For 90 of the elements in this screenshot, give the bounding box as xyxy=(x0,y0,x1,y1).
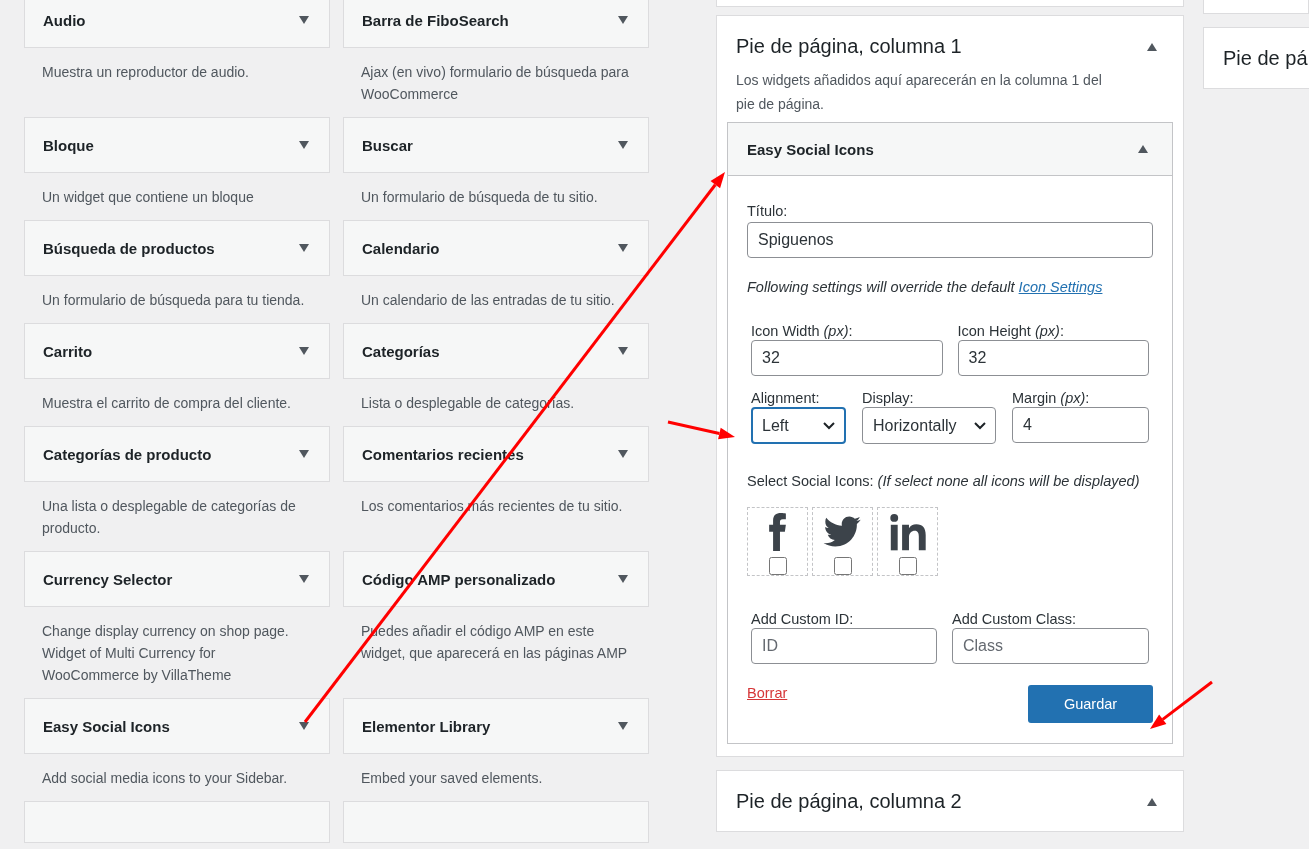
field-label: Icon Width (px): xyxy=(751,322,854,340)
widget-card[interactable]: Bloque xyxy=(24,117,330,173)
widget-title: Easy Social Icons xyxy=(43,717,170,735)
linkedin-icon xyxy=(887,512,928,552)
widget-card[interactable]: Calendario xyxy=(343,220,649,276)
widget-description: Add social media icons to your Sidebar. xyxy=(41,769,289,788)
arrow xyxy=(1150,680,1213,729)
delete-link[interactable]: Borrar xyxy=(747,685,788,701)
widget-description: Un widget que contiene un bloque xyxy=(41,188,255,207)
widget-description: Embed your saved elements. xyxy=(360,769,544,788)
widget-card[interactable]: Categorías xyxy=(343,323,649,379)
widget-card[interactable]: Elementor Library xyxy=(343,698,649,754)
widget-card[interactable]: Audio xyxy=(24,0,330,48)
number-field[interactable]: 4 xyxy=(1012,407,1149,443)
number-field[interactable]: 32 xyxy=(957,340,1149,376)
icon-settings-link[interactable]: Icon Settings xyxy=(1018,279,1103,295)
widget-description: Ajax (en vivo) formulario de búsqueda para WooCommerce xyxy=(360,63,630,104)
widget-card[interactable]: Búsqueda de productos xyxy=(24,220,330,276)
widget-title: Categorías de producto xyxy=(43,445,212,463)
widget-title: Buscar xyxy=(362,136,413,154)
widget-description: Un formulario de búsqueda de tu sitio. xyxy=(360,188,599,207)
widget-description: Un calendario de las entradas de tu sitio. xyxy=(360,291,616,310)
select-field[interactable]: Left xyxy=(751,407,846,444)
field-label: Icon Height (px): xyxy=(957,322,1065,340)
widget-title: Bloque xyxy=(43,136,94,154)
field-label: Add Custom ID: xyxy=(751,610,855,628)
field-label: Add Custom Class: xyxy=(952,610,1078,628)
caret-icon xyxy=(299,244,309,252)
social-icon-option[interactable] xyxy=(747,507,808,576)
widget-title: Audio xyxy=(43,11,86,29)
caret-icon xyxy=(299,141,309,149)
field-label: Margin (px): xyxy=(1012,389,1091,407)
select-field[interactable]: Horizontally xyxy=(862,407,996,444)
caret-icon xyxy=(618,450,628,458)
caret-icon xyxy=(299,16,309,24)
caret-icon[interactable] xyxy=(1147,42,1157,51)
text-field[interactable]: ID xyxy=(751,628,937,664)
widget-title: Carrito xyxy=(43,342,93,360)
widget-card[interactable]: Buscar xyxy=(343,117,649,173)
caret-icon xyxy=(299,722,309,730)
caret-icon xyxy=(299,450,309,458)
title-field[interactable]: Spiguenos xyxy=(747,222,1153,258)
widget-description: Un formulario de búsqueda para tu tienda. xyxy=(41,291,306,310)
widget-title: Easy Social Icons xyxy=(747,140,874,158)
widget-card[interactable]: Currency Selector xyxy=(24,551,330,607)
widget-title: Calendario xyxy=(362,239,440,257)
chevron-down-icon xyxy=(822,420,836,431)
caret-icon xyxy=(299,575,309,583)
caret-icon[interactable] xyxy=(1147,797,1157,806)
widget-header[interactable]: Easy Social Icons xyxy=(728,123,1172,176)
widget-card[interactable]: Carrito xyxy=(24,323,330,379)
field-label: Alignment: xyxy=(751,389,821,407)
number-field[interactable]: 32 xyxy=(751,340,943,376)
area-description: Los widgets añadidos aquí aparecerán en la columna 1 del pie de página. xyxy=(735,71,1103,114)
caret-icon xyxy=(618,141,628,149)
widget-title: Categorías xyxy=(362,342,440,360)
widget-description: Muestra un reproductor de audio. xyxy=(41,63,250,82)
area-title: Pie de pá xyxy=(1223,46,1308,70)
field-label: Título: xyxy=(747,202,789,220)
widget-title: Barra de FiboSearch xyxy=(362,11,509,29)
widget-title: Búsqueda de productos xyxy=(43,239,215,257)
area-title: Pie de página, columna 2 xyxy=(736,790,962,813)
social-icon-option[interactable] xyxy=(877,507,938,576)
checkbox[interactable] xyxy=(833,557,852,575)
field-label: Display: xyxy=(862,389,915,407)
widget-card[interactable]: Categorías de producto xyxy=(24,426,330,482)
area-title: Pie de página, columna 1 xyxy=(736,35,962,58)
widget-title: Código AMP personalizado xyxy=(362,570,556,588)
caret-icon xyxy=(618,244,628,252)
chevron-down-icon xyxy=(973,420,987,431)
widget-title: Elementor Library xyxy=(362,717,491,735)
widget-card[interactable]: Easy Social Icons xyxy=(24,698,330,754)
caret-icon xyxy=(299,347,309,355)
caret-icon xyxy=(618,722,628,730)
settings-note: Following settings will override the default Icon Settings xyxy=(747,279,1104,295)
widget-card[interactable]: Código AMP personalizado xyxy=(343,551,649,607)
text-field[interactable]: Class xyxy=(952,628,1149,664)
caret-icon xyxy=(618,575,628,583)
widget-description: Muestra el carrito de compra del cliente. xyxy=(41,394,292,413)
widget-description: Una lista o desplegable de categorías de producto. xyxy=(41,497,297,538)
social-icons-label: Select Social Icons: (If select none all icons will be displayed) xyxy=(747,472,1141,491)
widget-description: Change display currency on shop page. Widget of Multi Currency for WooCommerce by VillaTheme xyxy=(41,622,290,685)
caret-icon xyxy=(618,16,628,24)
widget-card[interactable]: Barra de FiboSearch xyxy=(343,0,649,48)
social-icon-option[interactable] xyxy=(812,507,873,576)
save-button[interactable]: Guardar xyxy=(1028,685,1153,723)
checkbox[interactable] xyxy=(768,557,787,575)
caret-icon xyxy=(618,347,628,355)
widget-title: Currency Selector xyxy=(43,570,173,588)
checkbox[interactable] xyxy=(898,557,917,575)
